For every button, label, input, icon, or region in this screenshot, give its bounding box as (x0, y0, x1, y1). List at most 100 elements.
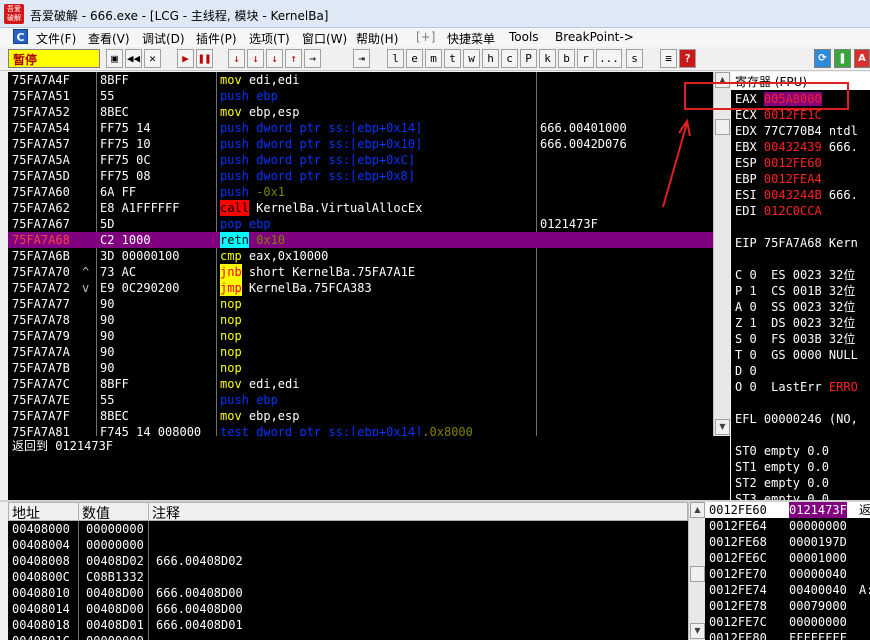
dump-row[interactable]: 00408018 00408D01 666.00408D01 (8, 617, 688, 633)
registers-pane[interactable]: 寄存器 (FPU) EAX 005A8000 ECX 0012FE1C EDX 77… (731, 72, 870, 500)
menu-options[interactable]: 选项(T) (249, 30, 290, 47)
register-row[interactable]: Z 1 DS 0023 32位 (735, 315, 855, 331)
disasm-row[interactable]: 75FA7A70 ^ 73 AC jnb short KernelBa.75FA7A1… (8, 264, 713, 280)
executable-modules-button[interactable]: e (406, 49, 423, 68)
dump-scroll-down-icon[interactable]: ▼ (690, 623, 705, 639)
register-row[interactable]: P 1 CS 001B 32位 (735, 283, 855, 299)
refresh-icon[interactable]: ⟳ (814, 49, 831, 68)
step-over-icon[interactable]: ↓ (247, 49, 264, 68)
register-row[interactable]: C 0 ES 0023 32位 (735, 267, 855, 283)
register-row[interactable]: T 0 GS 0000 NULL (735, 347, 858, 363)
disassembly-scrollbar[interactable]: ▲ ▼ (713, 72, 730, 436)
register-row[interactable]: ST0 empty 0.0 (735, 443, 829, 459)
execute-till-return-icon[interactable]: → (304, 49, 321, 68)
dump-col-value[interactable]: 数值 (79, 503, 149, 522)
menu-window[interactable]: 窗口(W) (302, 30, 347, 47)
register-row[interactable]: ST1 empty 0.0 (735, 459, 829, 475)
register-row[interactable]: S 0 FS 003B 32位 (735, 331, 855, 347)
stack-row[interactable]: 0012FE78 00079000 (705, 598, 870, 614)
stack-row[interactable]: 0012FE6C 00001000 (705, 550, 870, 566)
register-row[interactable]: ESP 0012FE60 (735, 155, 822, 171)
log-button[interactable]: l (387, 49, 404, 68)
open-icon[interactable]: ▣ (106, 49, 123, 68)
pause-icon[interactable]: ❚❚ (196, 49, 213, 68)
disasm-row[interactable]: 75FA7A7C 8BFF mov edi,edi (8, 376, 713, 392)
stack-pane[interactable]: 0012FE60 0121473F 返 0012FE64 00000000 0012FE6… (705, 502, 870, 640)
register-row[interactable]: ESI 0043244B 666. (735, 187, 858, 203)
app-menu-icon[interactable]: C (13, 29, 28, 44)
register-row[interactable]: D 0 (735, 363, 757, 379)
menu-plugins[interactable]: 插件(P) (196, 30, 237, 47)
register-row[interactable]: EBP 0012FEA4 (735, 171, 822, 187)
dump-scroll-thumb[interactable] (690, 566, 705, 582)
menu-breakpoint[interactable]: BreakPoint-> (555, 30, 634, 44)
stack-row[interactable]: 0012FE68 0000197D (705, 534, 870, 550)
stack-row[interactable]: 0012FE7C 00000000 (705, 614, 870, 630)
disasm-row[interactable]: 75FA7A52 8BEC mov ebp,esp (8, 104, 713, 120)
run-icon[interactable]: ▶ (177, 49, 194, 68)
plugin-icon[interactable]: ❚ (834, 49, 851, 68)
close-icon[interactable]: ✕ (144, 49, 161, 68)
register-row[interactable]: ST2 empty 0.0 (735, 475, 829, 491)
disasm-row[interactable]: 75FA7A6B 3D 00000100 cmp eax,0x10000 (8, 248, 713, 264)
patches-button[interactable]: P (520, 49, 537, 68)
disasm-row[interactable]: 75FA7A4F 8BFF mov edi,edi (8, 72, 713, 88)
dump-row[interactable]: 0040801C 00000000 (8, 633, 688, 640)
register-row[interactable]: ST3 empty 0.0 (735, 491, 829, 500)
references-button[interactable]: r (577, 49, 594, 68)
disasm-row[interactable]: 75FA7A60 6A FF push -0x1 (8, 184, 713, 200)
dump-scroll-up-icon[interactable]: ▲ (690, 502, 705, 518)
disasm-row[interactable]: 75FA7A57 FF75 10 push dword ptr ss:[ebp+0x… (8, 136, 713, 152)
menu-file[interactable]: 文件(F) (36, 30, 76, 47)
help-icon[interactable]: ? (679, 49, 696, 68)
dump-row[interactable]: 00408000 00000000 (8, 521, 688, 537)
stack-row[interactable]: 0012FE80 FFFFFFFF (705, 630, 870, 640)
trace-into-icon[interactable]: ↓ (266, 49, 283, 68)
cpu-button[interactable]: c (501, 49, 518, 68)
disasm-row[interactable]: 75FA7A81 F745 14 008000 test dword ptr ss:… (8, 424, 713, 436)
dump-row[interactable]: 00408010 00408D00 666.00408D00 (8, 585, 688, 601)
dump-row[interactable]: 00408008 00408D02 666.00408D02 (8, 553, 688, 569)
call-stack-button[interactable]: k (539, 49, 556, 68)
source-button[interactable]: s (626, 49, 643, 68)
menu-shortcuts[interactable]: 快捷菜单 (447, 30, 495, 47)
register-row[interactable]: EBX 00432439 666. (735, 139, 858, 155)
dump-row[interactable]: 00408014 00408D00 666.00408D00 (8, 601, 688, 617)
register-row[interactable]: EDI 012C0CCA (735, 203, 822, 219)
dump-scrollbar[interactable]: ▲ ▼ (688, 502, 705, 640)
disasm-row[interactable]: 75FA7A68 C2 1000 retn 0x10 (8, 232, 713, 248)
dump-row[interactable]: 00408004 00000000 (8, 537, 688, 553)
scroll-down-icon[interactable]: ▼ (715, 419, 730, 435)
about-icon[interactable]: A (854, 49, 870, 68)
memory-map-button[interactable]: m (425, 49, 442, 68)
disasm-row[interactable]: 75FA7A72 v E9 0C290200 jmp KernelBa.75FCA38… (8, 280, 713, 296)
disasm-row[interactable]: 75FA7A5D FF75 08 push dword ptr ss:[ebp+0x… (8, 168, 713, 184)
dump-row[interactable]: 0040800C C08B1332 (8, 569, 688, 585)
register-row[interactable]: A 0 SS 0023 32位 (735, 299, 855, 315)
disasm-row[interactable]: 75FA7A78 90 nop (8, 312, 713, 328)
disasm-row[interactable]: 75FA7A7B 90 nop (8, 360, 713, 376)
stack-row[interactable]: 0012FE64 00000000 (705, 518, 870, 534)
disassembly-pane[interactable]: 75FA7A4F 8BFF mov edi,edi 75FA7A51 55 push eb… (8, 72, 713, 436)
disasm-row[interactable]: 75FA7A67 5D pop ebp 0121473F (8, 216, 713, 232)
breakpoints-button[interactable]: b (558, 49, 575, 68)
options-icon[interactable]: ≡ (660, 49, 677, 68)
disasm-row[interactable]: 75FA7A51 55 push ebp (8, 88, 713, 104)
disasm-row[interactable]: 75FA7A5A FF75 0C push dword ptr ss:[ebp+0x… (8, 152, 713, 168)
threads-button[interactable]: t (444, 49, 461, 68)
register-row[interactable]: O 0 LastErr ERRO (735, 379, 858, 395)
disasm-row[interactable]: 75FA7A79 90 nop (8, 328, 713, 344)
dump-col-address[interactable]: 地址 (9, 503, 79, 522)
dump-pane[interactable]: 00408000 00000000 00408004 00000000 00408008… (8, 521, 688, 640)
goto-icon[interactable]: ⇥ (353, 49, 370, 68)
stack-row[interactable]: 0012FE60 0121473F 返 (705, 502, 870, 518)
menu-view[interactable]: 查看(V) (88, 30, 130, 47)
menu-help[interactable]: 帮助(H) (356, 30, 398, 47)
handles-button[interactable]: h (482, 49, 499, 68)
windows-button[interactable]: w (463, 49, 480, 68)
register-row[interactable]: EFL 00000246 (NO, (735, 411, 858, 427)
stack-row[interactable]: 0012FE70 00000040 (705, 566, 870, 582)
menu-tools[interactable]: Tools (509, 30, 539, 44)
scroll-thumb[interactable] (715, 119, 730, 135)
disasm-row[interactable]: 75FA7A7A 90 nop (8, 344, 713, 360)
